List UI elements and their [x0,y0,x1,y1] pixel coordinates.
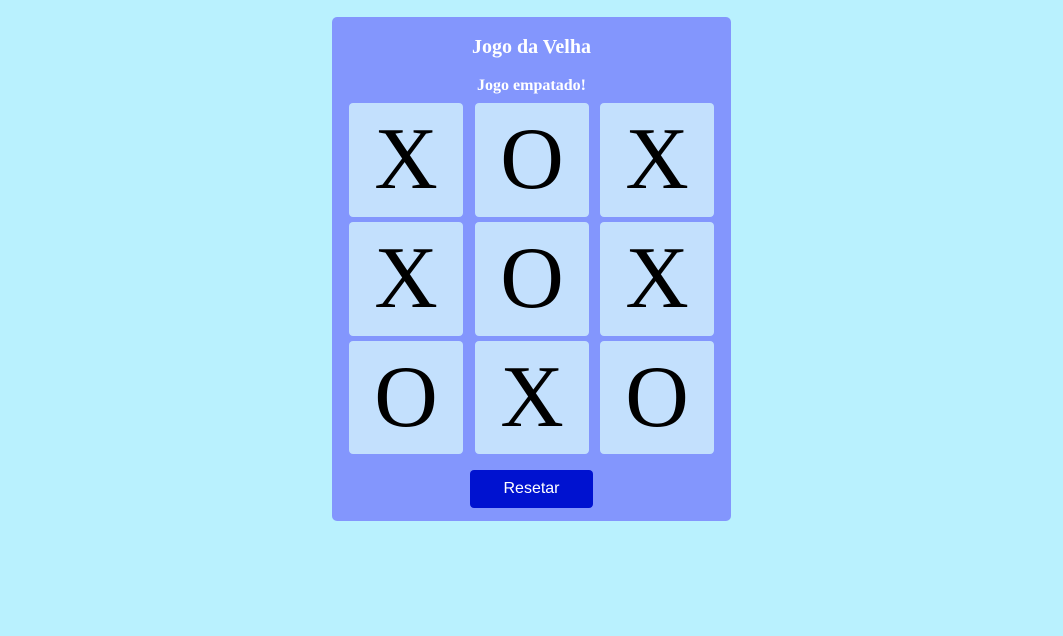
reset-button[interactable]: Resetar [470,470,593,508]
board-cell-9[interactable]: O [600,341,714,454]
board-cell-7[interactable]: O [349,341,463,454]
board-cell-2[interactable]: O [475,103,589,217]
board-cell-5[interactable]: O [475,222,589,336]
game-title: Jogo da Velha [472,36,591,58]
board-cell-8[interactable]: X [475,341,589,454]
board-cell-3[interactable]: X [600,103,714,217]
board-cell-4[interactable]: X [349,222,463,336]
game-status: Jogo empatado! [477,77,586,94]
board-cell-1[interactable]: X [349,103,463,217]
board-cell-6[interactable]: X [600,222,714,336]
game-panel: Jogo da Velha Jogo empatado! X O X X O X… [332,17,731,521]
game-board: X O X X O X O X O [349,103,714,454]
